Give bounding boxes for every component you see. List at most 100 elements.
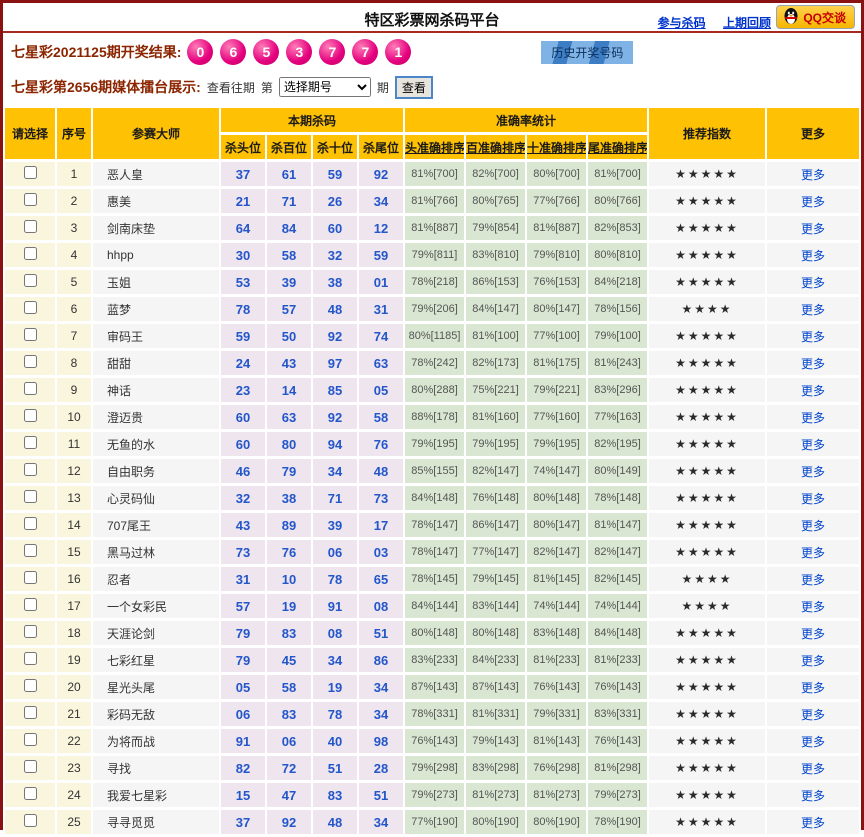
more-link[interactable]: 更多 <box>801 411 825 425</box>
row-checkbox[interactable] <box>23 463 37 476</box>
kill-number: 31 <box>359 297 404 321</box>
media-arena-label: 七星彩第2656期媒体擂台展示: <box>11 79 201 95</box>
header-master: 参赛大师 <box>93 108 219 159</box>
row-checkbox[interactable] <box>23 409 37 422</box>
accuracy-stat: 83%[810] <box>466 243 526 267</box>
row-checkbox[interactable] <box>23 544 37 557</box>
more-cell: 更多 <box>767 432 860 456</box>
rating-stars: ★★★★★ <box>649 756 766 780</box>
row-checkbox[interactable] <box>23 679 37 692</box>
row-checkbox[interactable] <box>23 733 37 746</box>
rating-stars: ★★★★★ <box>649 675 766 699</box>
more-link[interactable]: 更多 <box>801 654 825 668</box>
row-checkbox[interactable] <box>23 625 37 638</box>
kill-number: 43 <box>267 351 311 375</box>
more-link[interactable]: 更多 <box>801 762 825 776</box>
accuracy-stat: 84%[233] <box>466 648 526 672</box>
more-link[interactable]: 更多 <box>801 816 825 830</box>
table-row: 23 寻找 82 72 51 28 79%[298] 83%[298] 76%[298] 81%[… <box>5 756 860 780</box>
more-link[interactable]: 更多 <box>801 384 825 398</box>
accuracy-stat: 85%[155] <box>405 459 465 483</box>
row-checkbox[interactable] <box>23 355 37 368</box>
accuracy-stat: 80%[190] <box>466 810 526 834</box>
master-name: 一个女彩民 <box>93 594 219 618</box>
kill-number: 32 <box>221 486 265 510</box>
lottery-ball: 6 <box>220 39 247 65</box>
accuracy-stat: 80%[149] <box>588 459 648 483</box>
more-link[interactable]: 更多 <box>801 438 825 452</box>
kill-number: 91 <box>313 594 357 618</box>
kill-number: 48 <box>359 459 404 483</box>
qq-chat-button[interactable]: QQ交谈 <box>776 5 855 29</box>
row-checkbox[interactable] <box>23 382 37 395</box>
row-checkbox[interactable] <box>23 220 37 233</box>
accuracy-stat: 79%[298] <box>405 756 465 780</box>
row-checkbox[interactable] <box>23 706 37 719</box>
row-checkbox[interactable] <box>23 652 37 665</box>
more-cell: 更多 <box>767 351 860 375</box>
accuracy-stat: 77%[190] <box>405 810 465 834</box>
last-period-link[interactable]: 上期回顾 <box>723 16 771 30</box>
more-link[interactable]: 更多 <box>801 222 825 236</box>
more-link[interactable]: 更多 <box>801 465 825 479</box>
more-cell: 更多 <box>767 270 860 294</box>
more-cell: 更多 <box>767 378 860 402</box>
row-checkbox[interactable] <box>23 598 37 611</box>
row-select-cell <box>5 756 55 780</box>
more-link[interactable]: 更多 <box>801 546 825 560</box>
more-link[interactable]: 更多 <box>801 735 825 749</box>
accuracy-stat: 78%[156] <box>588 297 648 321</box>
more-link[interactable]: 更多 <box>801 708 825 722</box>
more-link[interactable]: 更多 <box>801 627 825 641</box>
more-link[interactable]: 更多 <box>801 600 825 614</box>
history-numbers-link[interactable]: 历史开奖号码 <box>541 40 634 64</box>
row-checkbox[interactable] <box>23 247 37 260</box>
more-cell: 更多 <box>767 162 860 186</box>
row-checkbox[interactable] <box>23 760 37 773</box>
more-link[interactable]: 更多 <box>801 168 825 182</box>
more-link[interactable]: 更多 <box>801 492 825 506</box>
kill-number: 45 <box>267 648 311 672</box>
kill-number: 98 <box>359 729 404 753</box>
more-link[interactable]: 更多 <box>801 303 825 317</box>
more-link[interactable]: 更多 <box>801 519 825 533</box>
kill-number: 80 <box>267 432 311 456</box>
sort-acc-head-link[interactable]: 头准确排序 <box>405 141 464 155</box>
qi-label: 期 <box>376 80 389 95</box>
master-name: 澄迈贵 <box>93 405 219 429</box>
rating-stars: ★★★★★ <box>649 243 766 267</box>
row-checkbox[interactable] <box>23 787 37 800</box>
row-checkbox[interactable] <box>23 490 37 503</box>
row-checkbox[interactable] <box>23 517 37 530</box>
row-checkbox[interactable] <box>23 301 37 314</box>
accuracy-stat: 79%[331] <box>527 702 587 726</box>
lottery-ball: 0 <box>187 39 214 65</box>
more-link[interactable]: 更多 <box>801 789 825 803</box>
row-checkbox[interactable] <box>23 814 37 827</box>
join-kill-link[interactable]: 参与杀码 <box>658 16 706 30</box>
kill-number: 51 <box>313 756 357 780</box>
row-checkbox[interactable] <box>23 193 37 206</box>
more-link[interactable]: 更多 <box>801 573 825 587</box>
more-link[interactable]: 更多 <box>801 249 825 263</box>
view-button[interactable]: 查看 <box>394 75 433 99</box>
sort-acc-hundred-link[interactable]: 百准确排序 <box>466 141 525 155</box>
period-select[interactable]: 选择期号 <box>278 77 371 97</box>
sort-acc-ten-link[interactable]: 十准确排序 <box>527 141 586 155</box>
row-checkbox[interactable] <box>23 436 37 449</box>
kill-number: 31 <box>221 567 265 591</box>
kill-number: 59 <box>359 243 404 267</box>
sort-acc-tail-link[interactable]: 尾准确排序 <box>588 141 647 155</box>
more-link[interactable]: 更多 <box>801 195 825 209</box>
row-checkbox[interactable] <box>23 166 37 179</box>
kill-number: 39 <box>267 270 311 294</box>
kill-number: 30 <box>221 243 265 267</box>
row-checkbox[interactable] <box>23 274 37 287</box>
master-name: 我爱七星彩 <box>93 783 219 807</box>
more-link[interactable]: 更多 <box>801 276 825 290</box>
row-checkbox[interactable] <box>23 571 37 584</box>
more-link[interactable]: 更多 <box>801 330 825 344</box>
row-checkbox[interactable] <box>23 328 37 341</box>
more-link[interactable]: 更多 <box>801 681 825 695</box>
more-link[interactable]: 更多 <box>801 357 825 371</box>
